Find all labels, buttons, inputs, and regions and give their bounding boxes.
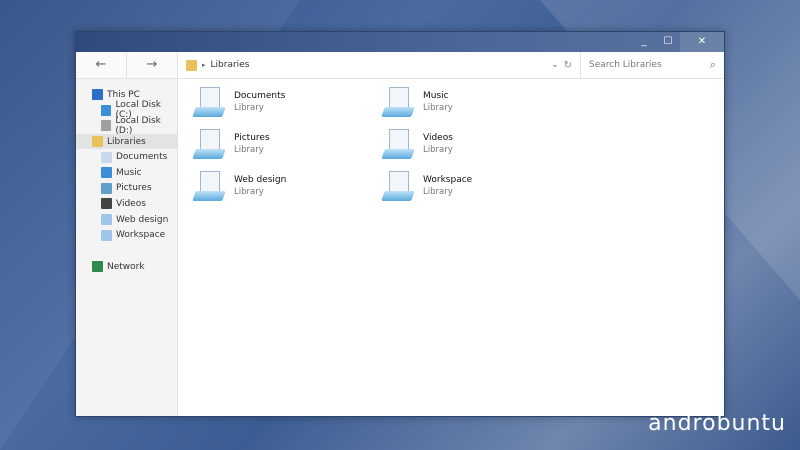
drive-icon [101, 120, 112, 132]
toolbar: ← → ▸ Libraries ⌄ ↻ Search Libraries ⌕ [76, 52, 724, 79]
libraries-icon [186, 59, 197, 71]
sidebar-item-label: Web design [116, 214, 169, 225]
sidebar-item-music[interactable]: Music [76, 165, 177, 181]
refresh-icon[interactable]: ↻ [564, 60, 572, 71]
sidebar-item-pictures[interactable]: Pictures [76, 181, 177, 197]
forward-button[interactable]: → [127, 52, 178, 78]
sidebar-item-libraries[interactable]: Libraries [76, 133, 177, 150]
library-item[interactable]: Web design Library [192, 169, 372, 203]
breadcrumb[interactable]: Libraries [211, 60, 250, 70]
back-button[interactable]: ← [76, 52, 127, 78]
videos-library-icon [381, 127, 415, 161]
library-type: Library [234, 145, 264, 155]
library-name: Pictures [234, 133, 270, 143]
documents-icon [101, 151, 112, 163]
sidebar-item-label: Local Disk (D:) [115, 115, 161, 136]
sidebar-item-label: This PC [107, 89, 140, 100]
library-name: Videos [423, 133, 453, 143]
library-type: Library [234, 187, 264, 197]
library-type: Library [423, 103, 453, 113]
pictures-library-icon [192, 127, 226, 161]
music-icon [101, 167, 112, 179]
network-icon [92, 261, 103, 273]
sidebar-item-label: Videos [116, 198, 146, 209]
library-item[interactable]: Pictures Library [192, 127, 372, 161]
search-icon[interactable]: ⌕ [710, 58, 716, 72]
sidebar-item-label: Workspace [116, 230, 166, 241]
workspace-library-icon [381, 169, 415, 203]
videos-icon [101, 198, 112, 210]
computer-icon [92, 89, 103, 101]
address-bar[interactable]: ▸ Libraries ⌄ ↻ [178, 52, 581, 78]
chevron-down-icon[interactable]: ⌄ [551, 60, 559, 70]
library-name: Documents [234, 91, 286, 101]
breadcrumb-separator-icon: ▸ [202, 61, 206, 69]
maximize-button[interactable]: ☐ [656, 32, 680, 52]
sidebar-item-workspace[interactable]: Workspace [76, 227, 177, 243]
system-drive-icon [101, 104, 112, 116]
navigation-pane: This PC Local Disk (C:) Local Disk (D:) Lib… [76, 79, 178, 416]
library-item[interactable]: Music Library [381, 85, 561, 119]
web-design-library-icon [192, 169, 226, 203]
library-item[interactable]: Workspace Library [381, 169, 561, 203]
sidebar-item-network[interactable]: Network [76, 259, 177, 275]
sidebar-item-label: Documents [116, 152, 168, 163]
title-bar[interactable]: _ ☐ ✕ [76, 32, 724, 52]
close-button[interactable]: ✕ [680, 32, 724, 52]
library-name: Workspace [423, 175, 473, 185]
music-library-icon [381, 85, 415, 119]
minimize-button[interactable]: _ [632, 32, 656, 52]
library-name: Web design [234, 175, 287, 185]
sidebar-item-label: Network [107, 261, 145, 272]
library-icon [101, 229, 112, 241]
sidebar-item-videos[interactable]: Videos [76, 196, 177, 212]
watermark-logo: androbuntu [648, 411, 786, 436]
library-item[interactable]: Documents Library [192, 85, 372, 119]
sidebar-item-documents[interactable]: Documents [76, 149, 177, 165]
sidebar-item-label: Music [116, 167, 142, 178]
file-explorer-window: _ ☐ ✕ ← → ▸ Libraries ⌄ ↻ Search Librari… [75, 31, 725, 417]
sidebar-item-label: Pictures [116, 183, 152, 194]
sidebar-item-local-disk-d[interactable]: Local Disk (D:) [76, 115, 177, 136]
search-input[interactable]: Search Libraries ⌕ [581, 52, 724, 78]
library-name: Music [423, 91, 449, 101]
pictures-icon [101, 182, 112, 194]
library-type: Library [423, 145, 453, 155]
libraries-icon [92, 136, 103, 148]
library-type: Library [423, 187, 453, 197]
search-placeholder: Search Libraries [589, 60, 662, 70]
sidebar-item-label: Libraries [107, 136, 146, 147]
library-type: Library [234, 103, 264, 113]
libraries-view: Documents Library Music Library Pictures Libr… [178, 79, 724, 416]
documents-library-icon [192, 85, 226, 119]
library-item[interactable]: Videos Library [381, 127, 561, 161]
library-icon [101, 214, 112, 226]
sidebar-item-web-design[interactable]: Web design [76, 212, 177, 228]
